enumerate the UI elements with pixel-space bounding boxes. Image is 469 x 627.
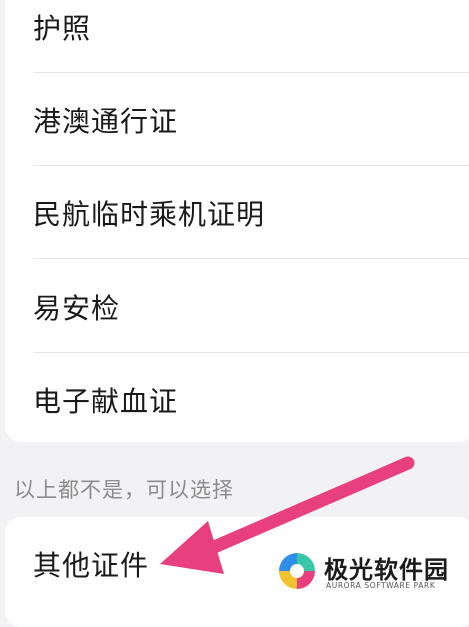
id-type-label: 其他证件 [33,548,150,582]
id-type-label: 电子献血证 [33,384,179,418]
id-type-temporary-boarding-certificate[interactable]: 民航临时乘机证明 [5,166,469,259]
id-type-electronic-blood-donation-certificate[interactable]: 电子献血证 [5,353,469,446]
id-type-label: 港澳通行证 [33,104,179,138]
other-id-card: 其他证件 [5,517,469,627]
id-type-easy-security-check[interactable]: 易安检 [5,260,469,353]
section-hint: 以上都不是，可以选择 [14,478,234,502]
id-type-label: 护照 [33,11,92,45]
id-type-label: 民航临时乘机证明 [33,197,266,231]
divider [33,258,469,259]
id-type-label: 易安检 [33,291,121,325]
id-type-hk-macau-pass[interactable]: 港澳通行证 [5,73,469,166]
id-type-passport[interactable]: 护照 [5,0,469,73]
id-type-other-documents[interactable]: 其他证件 [5,517,469,610]
id-type-list: 护照 港澳通行证 民航临时乘机证明 易安检 电子献血证 [5,0,469,442]
